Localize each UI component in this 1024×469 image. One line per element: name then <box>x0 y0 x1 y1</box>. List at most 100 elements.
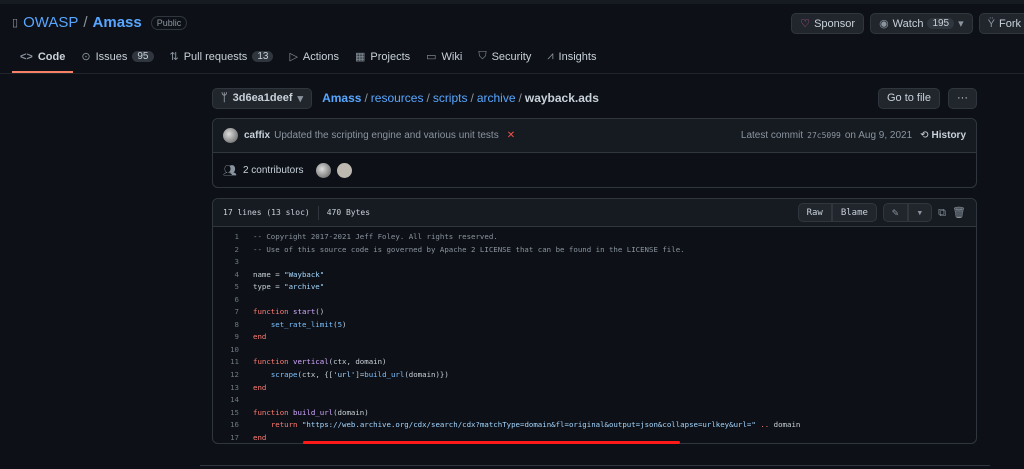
tab-label: Issues <box>95 50 128 63</box>
sponsor-label: Sponsor <box>814 17 856 30</box>
code-token: () <box>315 307 325 317</box>
tab-code[interactable]: <> Code <box>12 47 74 73</box>
blame-button[interactable]: Blame <box>831 203 877 222</box>
tab-security[interactable]: ⛉ Security <box>470 47 539 71</box>
tab-actions[interactable]: ▷ Actions <box>281 47 347 71</box>
line-number[interactable]: 16 <box>213 419 253 432</box>
code-line: 8 set_rate_limit(5) <box>213 319 976 332</box>
tab-label: Security <box>491 50 532 63</box>
commit-date: on Aug 9, 2021 <box>844 130 913 141</box>
line-number[interactable]: 7 <box>213 306 253 319</box>
line-number[interactable]: 9 <box>213 331 253 344</box>
nav-divider <box>0 73 1024 74</box>
pull-request-icon: ⇅ <box>169 51 179 63</box>
copy-icon[interactable]: ⧉ <box>938 206 946 220</box>
line-number[interactable]: 6 <box>213 294 253 307</box>
code-token: function <box>253 357 294 367</box>
tab-wiki[interactable]: ▭ Wiki <box>418 47 470 71</box>
code-token: name = <box>253 269 285 279</box>
code-token: build_url <box>293 407 334 417</box>
code-token: (ctx, domain) <box>328 357 387 367</box>
status-x-icon[interactable]: ✕ <box>507 130 515 141</box>
eye-icon: ◉ <box>879 18 889 30</box>
fork-button[interactable]: Ÿ Fork <box>978 13 1024 34</box>
watch-button[interactable]: ◉ Watch 195 ▾ <box>870 13 973 34</box>
code-token: vertical <box>293 357 329 367</box>
line-number[interactable]: 14 <box>213 394 253 407</box>
code-line: 6 <box>213 294 976 307</box>
code-line: 11 function vertical(ctx, domain) <box>213 356 976 369</box>
code-line: 7 function start() <box>213 306 976 319</box>
separator: / <box>83 14 88 31</box>
line-number[interactable]: 3 <box>213 256 253 269</box>
book-icon: ▭ <box>426 51 437 63</box>
commit-author[interactable]: caffix <box>244 130 270 141</box>
tab-pull-requests[interactable]: ⇅ Pull requests 13 <box>162 47 282 71</box>
code-line: 12 scrape(ctx, {['url']=build_url(domain… <box>213 369 976 382</box>
line-number[interactable]: 1 <box>213 231 253 244</box>
line-number[interactable]: 11 <box>213 356 253 369</box>
author-avatar[interactable] <box>223 128 238 143</box>
code-token: (ctx, {[ <box>297 370 334 380</box>
watch-label: Watch <box>892 17 924 30</box>
code-line: 15 function build_url(domain) <box>213 407 976 420</box>
history-icon: ⟲ <box>920 130 929 141</box>
breadcrumb-resources[interactable]: resources <box>371 91 424 105</box>
breadcrumb-archive[interactable]: archive <box>477 91 516 105</box>
repo-title: ▯ OWASP / Amass Public <box>12 14 188 31</box>
code-line: 13 end <box>213 382 976 395</box>
code-icon: <> <box>20 50 33 63</box>
line-number[interactable]: 2 <box>213 244 253 257</box>
history-link[interactable]: History <box>932 130 966 141</box>
trash-icon[interactable]: 🗑︎ <box>952 206 966 219</box>
tab-issues[interactable]: ⊙ Issues 95 <box>73 47 161 71</box>
code-token: function <box>253 307 294 317</box>
breadcrumb-scripts[interactable]: scripts <box>433 91 468 105</box>
code-token: "Wayback" <box>284 269 325 279</box>
breadcrumb: Amass / resources / scripts / archive / wayback.… <box>322 91 599 105</box>
visibility-badge: Public <box>150 15 188 30</box>
caret-down-icon: ▾ <box>297 92 304 105</box>
line-number[interactable]: 8 <box>213 319 253 332</box>
code-token: (domain)}) <box>404 370 449 380</box>
code-line: 14 <box>213 394 976 407</box>
red-underline-annotation <box>303 441 680 444</box>
raw-button[interactable]: Raw <box>797 203 832 222</box>
table-icon: ▦ <box>354 51 366 63</box>
breadcrumb-repo[interactable]: Amass <box>322 91 361 105</box>
line-number[interactable]: 12 <box>213 369 253 382</box>
repo-owner-link[interactable]: OWASP <box>23 14 78 31</box>
play-icon: ▷ <box>289 51 298 63</box>
line-number[interactable]: 15 <box>213 407 253 420</box>
code-token: (domain) <box>333 407 369 417</box>
edit-dropdown[interactable]: ▾ <box>907 203 933 222</box>
code-line: 9 end <box>213 331 976 344</box>
contributor-avatar[interactable] <box>336 162 352 178</box>
more-options-button[interactable]: ··· <box>948 87 977 109</box>
code-token: end <box>253 332 267 342</box>
contributor-avatar[interactable] <box>315 162 331 178</box>
commit-message[interactable]: Updated the scripting engine and various… <box>274 130 499 141</box>
heart-icon: ♡ <box>800 18 811 30</box>
contributors-link[interactable]: 2 contributors <box>243 165 304 176</box>
tab-projects[interactable]: ▦ Projects <box>347 47 418 71</box>
commit-sha[interactable]: 27c5099 <box>807 131 841 140</box>
line-number[interactable]: 13 <box>213 382 253 395</box>
line-number[interactable]: 4 <box>213 269 253 282</box>
repo-name-link[interactable]: Amass <box>93 14 142 31</box>
go-to-file-button[interactable]: Go to file <box>877 87 940 109</box>
line-number[interactable]: 10 <box>213 344 253 357</box>
line-number[interactable]: 17 <box>213 432 253 445</box>
sponsor-button[interactable]: ♡ Sponsor <box>791 13 865 34</box>
file-nav: ᛘ 3d6ea1deef ▾ Amass / resources / scripts / arc… <box>212 87 977 109</box>
code-token: end <box>253 432 267 442</box>
line-number[interactable]: 5 <box>213 281 253 294</box>
tab-insights[interactable]: ⩘ Insights <box>539 47 604 71</box>
code-token: function <box>253 407 294 417</box>
edit-button[interactable]: ✎ <box>882 203 908 222</box>
branch-selector[interactable]: ᛘ 3d6ea1deef ▾ <box>212 87 313 109</box>
code-line: 2 -- Use of this source code is governed … <box>213 244 976 257</box>
code-token: .. <box>755 420 774 430</box>
